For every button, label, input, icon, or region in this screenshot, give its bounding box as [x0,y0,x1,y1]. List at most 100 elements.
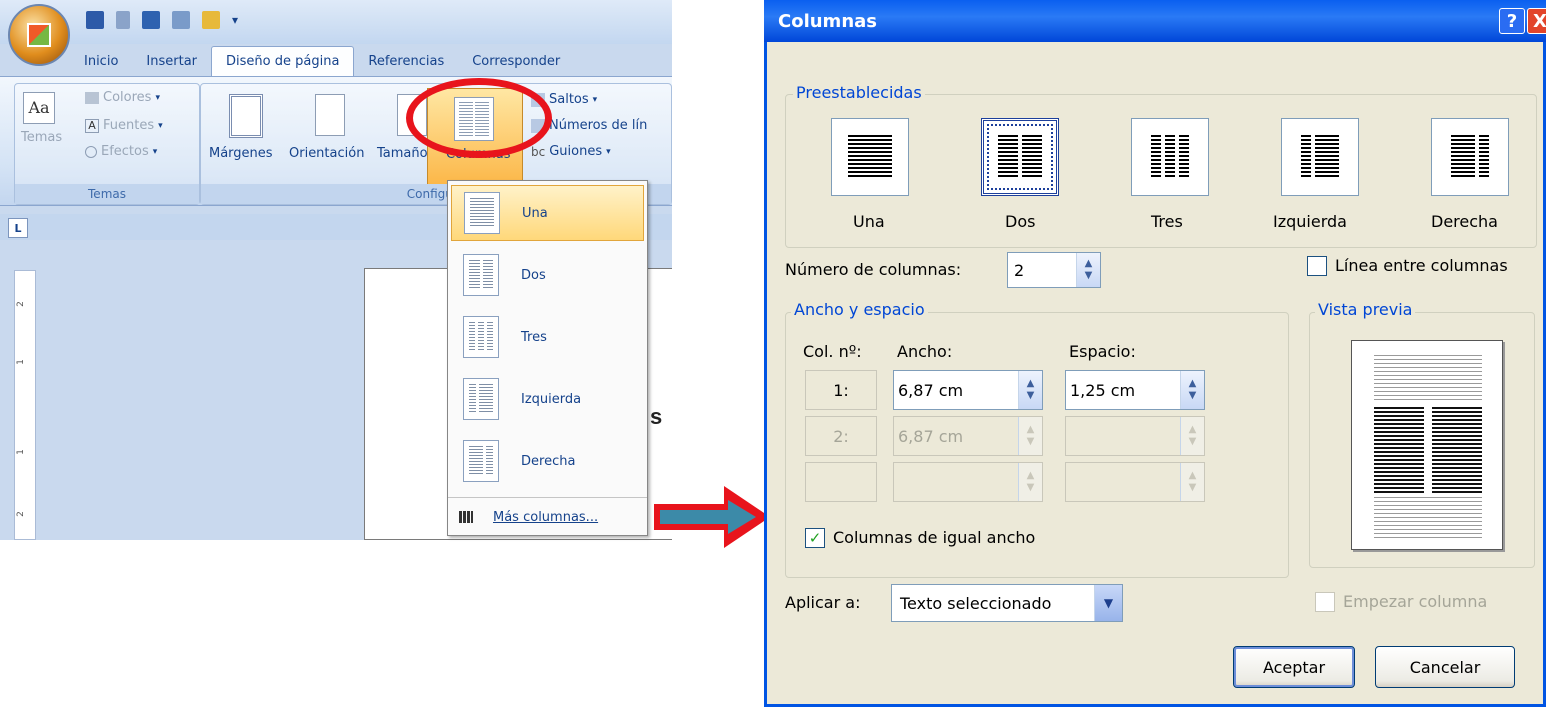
highlight-circle [406,78,552,158]
cancel-button[interactable]: Cancelar [1375,646,1515,688]
two-columns-icon [998,135,1042,179]
efectos-icon [85,145,97,158]
three-columns-icon [463,316,499,358]
three-columns-icon [1151,135,1189,179]
spin-arrows-icon[interactable]: ▲ ▼ [1018,371,1042,409]
width-header: Ancho: [897,342,953,361]
apply-to-label: Aplicar a: [785,593,861,612]
tab-inicio[interactable]: Inicio [70,46,132,76]
save-icon[interactable] [86,11,104,29]
width-input[interactable]: 6,87 cm ▲ ▼ [893,370,1043,410]
tamano-button[interactable]: Tamaño [377,146,428,161]
one-column-icon [848,135,892,179]
preview-legend: Vista previa [1315,300,1416,319]
tab-correspondencia[interactable]: Corresponder [458,46,574,76]
ribbon-tabs: Inicio Insertar Diseño de página Referen… [70,46,574,76]
guiones-button[interactable]: bc Guiones ▾ [531,144,611,159]
open-icon[interactable] [202,11,220,29]
temas-button[interactable]: Temas [21,130,62,145]
preset-izquierda[interactable] [1281,118,1359,196]
fuentes-icon: A [85,118,99,133]
left-column-icon [463,378,499,420]
tab-selector-icon[interactable]: L [8,218,28,238]
chevron-down-icon: ▾ [155,92,160,103]
equal-width-label: Columnas de igual ancho [833,528,1036,547]
spin-arrows-icon: ▲ ▼ [1180,463,1204,501]
colores-icon [85,91,99,104]
fuentes-button[interactable]: A Fuentes ▾ [85,118,163,133]
left-column-icon [1301,135,1339,179]
office-button[interactable] [8,4,70,66]
menu-item-tres[interactable]: Tres [451,309,644,365]
preset-tres-label: Tres [1151,212,1183,231]
spacing-header: Espacio: [1069,342,1136,361]
two-columns-icon [463,254,499,296]
preset-una-label: Una [853,212,885,231]
spacing-input: ▲ ▼ [1065,462,1205,502]
columns-icon [459,511,473,523]
print-icon[interactable] [172,11,190,29]
spin-arrows-icon: ▲ ▼ [1018,417,1042,455]
tab-insertar[interactable]: Insertar [132,46,211,76]
help-button[interactable]: ? [1499,8,1525,34]
columns-menu: Una Dos Tres Izquierda Derecha Más colum… [447,180,648,536]
presets-legend: Preestablecidas [793,83,925,102]
width-spacing-legend: Ancho y espacio [791,300,928,319]
orientacion-button[interactable]: Orientación [289,146,364,161]
menu-item-dos[interactable]: Dos [451,247,644,303]
preview-page [1351,340,1503,550]
menu-item-izquierda[interactable]: Izquierda [451,371,644,427]
more-columns-item[interactable]: Más columnas... [451,503,644,531]
redo-icon[interactable] [142,11,160,29]
num-columns-label: Número de columnas: [785,260,962,279]
page-text-fragment: s [650,404,663,429]
customize-qat-icon[interactable]: ▾ [232,13,238,27]
col-number-cell [805,462,877,502]
colores-button[interactable]: Colores ▾ [85,90,160,105]
spacing-input: ▲ ▼ [1065,416,1205,456]
menu-item-una[interactable]: Una [451,185,644,241]
spacing-input[interactable]: 1,25 cm ▲ ▼ [1065,370,1205,410]
chevron-down-icon: ▾ [152,146,158,157]
apply-to-select[interactable]: Texto seleccionado ▼ [891,584,1123,622]
spin-arrows-icon: ▲ ▼ [1180,417,1204,455]
spin-arrows-icon[interactable]: ▲ ▼ [1076,253,1100,287]
margenes-icon [229,94,263,138]
num-columns-stepper[interactable]: 2 ▲ ▼ [1007,252,1101,288]
num-columns-value: 2 [1014,260,1025,280]
preview-column-right [1432,407,1482,493]
width-input: 6,87 cm ▲ ▼ [893,416,1043,456]
columnas-dialog: Columnas ? X Preestablecidas Una Dos Tre… [764,0,1546,707]
apply-to-value: Texto seleccionado [900,593,1052,613]
quick-access-toolbar: ▾ [86,8,238,32]
vertical-ruler: 2 1 1 2 [14,270,36,540]
tab-diseno-de-pagina[interactable]: Diseño de página [211,46,355,76]
preset-derecha-label: Derecha [1431,212,1498,231]
office-logo-icon [27,23,51,47]
ok-button[interactable]: Aceptar [1233,646,1355,688]
preset-tres[interactable] [1131,118,1209,196]
menu-item-derecha[interactable]: Derecha [451,433,644,489]
undo-icon[interactable] [116,11,130,29]
preview-bottom-text [1374,497,1482,541]
equal-width-checkbox[interactable]: ✓ [805,528,825,548]
close-button[interactable]: X [1527,8,1546,34]
col-number-cell: 1: [805,370,877,410]
margenes-button[interactable]: Márgenes [209,146,273,161]
efectos-button[interactable]: Efectos ▾ [85,144,157,159]
chevron-down-icon[interactable]: ▼ [1094,585,1122,621]
one-column-icon [464,192,500,234]
preset-dos[interactable] [981,118,1059,196]
tab-referencias[interactable]: Referencias [354,46,458,76]
dialog-title: Columnas [764,0,1546,42]
spin-arrows-icon: ▲ ▼ [1018,463,1042,501]
col-number-header: Col. nº: [803,342,862,361]
preset-una[interactable] [831,118,909,196]
preset-derecha[interactable] [1431,118,1509,196]
preset-dos-label: Dos [1005,212,1036,231]
menu-separator [448,497,647,498]
chevron-down-icon: ▾ [592,94,598,105]
spin-arrows-icon[interactable]: ▲ ▼ [1180,371,1204,409]
start-column-checkbox [1315,592,1335,612]
line-between-checkbox[interactable] [1307,256,1327,276]
